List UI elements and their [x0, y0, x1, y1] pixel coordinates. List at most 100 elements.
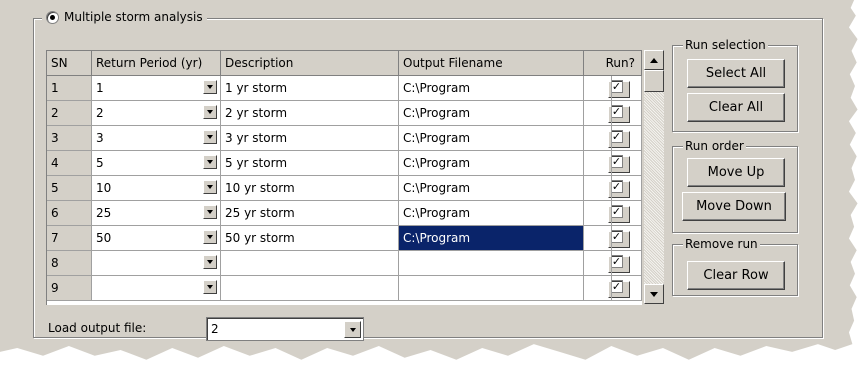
- row-sn[interactable]: 8: [47, 251, 92, 276]
- return-period-value: 3: [96, 131, 104, 145]
- run-checkbox[interactable]: ✓: [612, 205, 623, 218]
- output-filename-cell[interactable]: C:\Program: [399, 226, 584, 251]
- storm-grid[interactable]: SN Return Period (yr) Description Output…: [46, 50, 642, 305]
- header-output-filename[interactable]: Output Filename: [399, 51, 584, 76]
- return-period-combo[interactable]: [92, 251, 221, 276]
- grid-scrollbar[interactable]: [644, 50, 664, 304]
- run-cell: ✓: [612, 126, 642, 151]
- row-sn[interactable]: 7: [47, 226, 92, 251]
- browse-cell: [584, 226, 612, 251]
- description-cell[interactable]: [221, 276, 399, 301]
- run-cell: ✓: [612, 151, 642, 176]
- description-cell[interactable]: 50 yr storm: [221, 226, 399, 251]
- return-period-combo[interactable]: 3: [92, 126, 221, 151]
- arrow-down-icon: [650, 291, 658, 297]
- browse-cell: [584, 251, 612, 276]
- output-filename-value: [403, 251, 583, 275]
- output-filename-cell[interactable]: C:\Program: [399, 151, 584, 176]
- row-sn[interactable]: 1: [47, 76, 92, 101]
- table-row[interactable]: 62525 yr stormC:\Program...✓: [47, 201, 642, 226]
- description-cell[interactable]: [221, 251, 399, 276]
- output-filename-cell[interactable]: [399, 251, 584, 276]
- header-return-period[interactable]: Return Period (yr): [92, 51, 221, 76]
- header-sn[interactable]: SN: [47, 51, 92, 76]
- chevron-down-icon: [207, 210, 213, 214]
- radio-dot: [50, 14, 55, 20]
- return-period-dropdown-button[interactable]: [203, 230, 217, 244]
- run-checkbox[interactable]: ✓: [612, 130, 623, 143]
- return-period-combo[interactable]: [92, 276, 221, 301]
- load-output-dropdown-button[interactable]: [344, 321, 361, 338]
- output-filename-cell[interactable]: [399, 276, 584, 301]
- row-sn[interactable]: 4: [47, 151, 92, 176]
- radio-button[interactable]: [46, 10, 59, 24]
- description-cell[interactable]: 25 yr storm: [221, 201, 399, 226]
- run-checkbox[interactable]: ✓: [612, 105, 623, 118]
- row-sn[interactable]: 2: [47, 101, 92, 126]
- table-row[interactable]: 8...✓: [47, 251, 642, 276]
- return-period-dropdown-button[interactable]: [203, 80, 217, 94]
- table-row[interactable]: 333 yr stormC:\Program...✓: [47, 126, 642, 151]
- run-checkbox[interactable]: ✓: [612, 180, 623, 193]
- return-period-dropdown-button[interactable]: [203, 155, 217, 169]
- group-header[interactable]: Multiple storm analysis: [42, 10, 207, 24]
- run-cell: ✓: [612, 201, 642, 226]
- move-up-button[interactable]: Move Up: [687, 158, 785, 187]
- scroll-down-button[interactable]: [644, 284, 664, 304]
- scroll-up-button[interactable]: [644, 50, 664, 70]
- output-filename-cell[interactable]: C:\Program: [399, 76, 584, 101]
- row-sn[interactable]: 5: [47, 176, 92, 201]
- table-row[interactable]: 51010 yr stormC:\Program...✓: [47, 176, 642, 201]
- load-output-value: 2: [211, 322, 219, 336]
- return-period-value: 50: [96, 231, 112, 245]
- scroll-thumb[interactable]: [644, 70, 664, 92]
- description-cell[interactable]: 3 yr storm: [221, 126, 399, 151]
- run-checkbox[interactable]: ✓: [612, 80, 623, 93]
- return-period-dropdown-button[interactable]: [203, 280, 217, 294]
- move-down-button[interactable]: Move Down: [682, 192, 786, 221]
- description-cell[interactable]: 1 yr storm: [221, 76, 399, 101]
- clear-row-button[interactable]: Clear Row: [687, 261, 785, 290]
- return-period-dropdown-button[interactable]: [203, 180, 217, 194]
- return-period-dropdown-button[interactable]: [203, 105, 217, 119]
- clear-all-button[interactable]: Clear All: [687, 93, 785, 122]
- table-row[interactable]: 75050 yr stormC:\Program...✓: [47, 226, 642, 251]
- return-period-dropdown-button[interactable]: [203, 255, 217, 269]
- table-row[interactable]: 455 yr stormC:\Program...✓: [47, 151, 642, 176]
- header-run[interactable]: Run?: [584, 51, 642, 76]
- output-filename-cell[interactable]: C:\Program: [399, 126, 584, 151]
- run-checkbox[interactable]: ✓: [612, 155, 623, 168]
- row-sn[interactable]: 6: [47, 201, 92, 226]
- description-cell[interactable]: 2 yr storm: [221, 101, 399, 126]
- return-period-combo[interactable]: 5: [92, 151, 221, 176]
- run-checkbox[interactable]: ✓: [612, 280, 623, 293]
- output-filename-value: C:\Program: [403, 206, 471, 220]
- table-row[interactable]: 9...✓: [47, 276, 642, 301]
- return-period-value: 2: [96, 106, 104, 120]
- run-cell: ✓: [612, 251, 642, 276]
- browse-cell: [584, 126, 612, 151]
- return-period-dropdown-button[interactable]: [203, 205, 217, 219]
- description-cell[interactable]: 5 yr storm: [221, 151, 399, 176]
- run-checkbox[interactable]: ✓: [612, 255, 623, 268]
- run-checkbox[interactable]: ✓: [612, 230, 623, 243]
- output-filename-cell[interactable]: C:\Program: [399, 176, 584, 201]
- select-all-button[interactable]: Select All: [687, 59, 785, 88]
- row-sn[interactable]: 9: [47, 276, 92, 301]
- chevron-down-icon: [207, 260, 213, 264]
- header-description[interactable]: Description: [221, 51, 399, 76]
- return-period-combo[interactable]: 2: [92, 101, 221, 126]
- return-period-dropdown-button[interactable]: [203, 130, 217, 144]
- output-filename-cell[interactable]: C:\Program: [399, 201, 584, 226]
- return-period-combo[interactable]: 10: [92, 176, 221, 201]
- description-cell[interactable]: 10 yr storm: [221, 176, 399, 201]
- load-output-select[interactable]: 2: [206, 317, 364, 341]
- row-sn[interactable]: 3: [47, 126, 92, 151]
- return-period-combo[interactable]: 25: [92, 201, 221, 226]
- table-row[interactable]: 111 yr stormC:\Program...✓: [47, 76, 642, 101]
- return-period-combo[interactable]: 1: [92, 76, 221, 101]
- table-row[interactable]: 222 yr stormC:\Program...✓: [47, 101, 642, 126]
- return-period-combo[interactable]: 50: [92, 226, 221, 251]
- browse-cell: [584, 176, 612, 201]
- output-filename-cell[interactable]: C:\Program: [399, 101, 584, 126]
